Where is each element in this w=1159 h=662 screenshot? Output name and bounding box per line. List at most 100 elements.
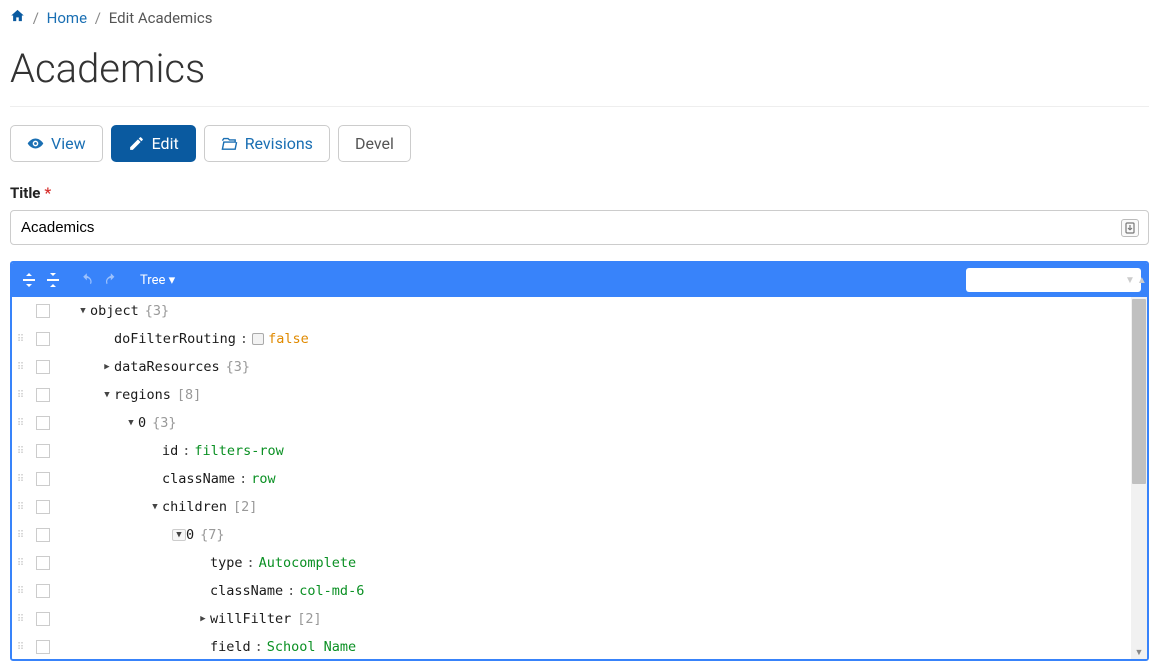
tab-devel-label: Devel [355, 134, 394, 153]
drag-handle-icon[interactable]: ⠿ [12, 446, 30, 457]
context-menu-button[interactable] [36, 444, 50, 458]
node-count: [2] [227, 499, 257, 515]
title-label-text: Title [10, 184, 40, 202]
drag-handle-icon[interactable]: ⠿ [12, 586, 30, 597]
vertical-scrollbar[interactable]: ▼ [1131, 297, 1147, 659]
json-tree: ▼ object{3}⠿ doFilterRouting:false⠿▶ dat… [12, 297, 1147, 659]
node-value[interactable]: School Name [267, 639, 356, 655]
drag-handle-icon[interactable]: ⠿ [12, 362, 30, 373]
drag-handle-icon[interactable]: ⠿ [12, 474, 30, 485]
tree-row[interactable]: ⠿ type:Autocomplete [12, 549, 1131, 577]
breadcrumb-home-link[interactable]: Home [47, 9, 87, 27]
tree-row[interactable]: ⠿ className:col-md-6 [12, 577, 1131, 605]
caret-down-icon[interactable]: ▼ [76, 306, 90, 316]
tree-row[interactable]: ⠿▼ regions[8] [12, 381, 1131, 409]
node-key[interactable]: willFilter [210, 611, 291, 627]
node-value[interactable]: false [268, 331, 309, 347]
node-colon: : [251, 639, 267, 655]
node-key[interactable]: className [162, 471, 235, 487]
node-value[interactable]: Autocomplete [259, 555, 357, 571]
tree-row[interactable]: ⠿▼ 0{7} [12, 521, 1131, 549]
context-menu-button[interactable] [36, 304, 50, 318]
scrollbar-arrow-down[interactable]: ▼ [1131, 645, 1147, 659]
drag-handle-icon[interactable]: ⠿ [12, 418, 30, 429]
node-colon: : [178, 443, 194, 459]
expand-all-button[interactable] [18, 269, 40, 291]
node-value[interactable]: filters-row [194, 443, 283, 459]
context-menu-button[interactable] [36, 640, 50, 654]
checkbox-icon[interactable] [252, 333, 264, 345]
search-next-icon[interactable]: ▼ [1125, 275, 1135, 286]
mode-selector[interactable]: Tree ▾ [134, 273, 181, 288]
node-key[interactable]: object [90, 303, 139, 319]
context-menu-button[interactable] [36, 388, 50, 402]
node-key[interactable]: 0 [186, 527, 194, 543]
caret-down-icon[interactable]: ▼ [148, 502, 162, 512]
title-field[interactable] [10, 210, 1149, 245]
node-key[interactable]: children [162, 499, 227, 515]
json-search[interactable]: ▼ ▲ [966, 268, 1141, 292]
collapse-all-button[interactable] [42, 269, 64, 291]
context-menu-button[interactable] [36, 500, 50, 514]
node-colon: : [283, 583, 299, 599]
drag-handle-icon[interactable]: ⠿ [12, 502, 30, 513]
input-assist-icon[interactable] [1121, 219, 1139, 237]
drag-handle-icon[interactable]: ⠿ [12, 334, 30, 345]
tree-row[interactable]: ⠿ id:filters-row [12, 437, 1131, 465]
json-editor-menu: Tree ▾ ▼ ▲ [12, 263, 1147, 297]
context-menu-button[interactable] [36, 556, 50, 570]
undo-button[interactable] [76, 269, 98, 291]
tree-row[interactable]: ⠿▶ dataResources{3} [12, 353, 1131, 381]
node-key[interactable]: 0 [138, 415, 146, 431]
eye-icon [27, 135, 44, 152]
caret-down-icon[interactable]: ▼ [124, 418, 138, 428]
drag-handle-icon[interactable]: ⠿ [12, 390, 30, 401]
node-count: [2] [291, 611, 321, 627]
node-key[interactable]: id [162, 443, 178, 459]
tab-view[interactable]: View [10, 125, 103, 162]
node-value[interactable]: col-md-6 [299, 583, 364, 599]
node-key[interactable]: className [210, 583, 283, 599]
context-menu-button[interactable] [36, 584, 50, 598]
drag-handle-icon[interactable]: ⠿ [12, 558, 30, 569]
drag-handle-icon[interactable]: ⠿ [12, 614, 30, 625]
context-menu-button[interactable] [36, 472, 50, 486]
context-menu-button[interactable] [36, 612, 50, 626]
tree-row[interactable]: ▼ object{3} [12, 297, 1131, 325]
tree-row[interactable]: ⠿ ▼ 0{3} [12, 409, 1131, 437]
tab-devel[interactable]: Devel [338, 125, 411, 162]
node-value[interactable]: row [251, 471, 275, 487]
drag-handle-icon[interactable]: ⠿ [12, 530, 30, 541]
drag-handle-icon[interactable]: ⠿ [12, 642, 30, 653]
scrollbar-thumb[interactable] [1132, 299, 1146, 484]
node-colon: : [236, 331, 252, 347]
node-key[interactable]: dataResources [114, 359, 220, 375]
tree-row[interactable]: ⠿ ▶ willFilter[2] [12, 605, 1131, 633]
search-prev-icon[interactable]: ▲ [1137, 275, 1147, 286]
title-label: Title * [10, 184, 1149, 202]
tree-row[interactable]: ⠿ ▼ children[2] [12, 493, 1131, 521]
tab-revisions[interactable]: Revisions [204, 125, 330, 162]
breadcrumb-home-icon[interactable] [10, 9, 29, 27]
caret-right-icon[interactable]: ▶ [100, 362, 114, 372]
context-menu-button[interactable] [36, 416, 50, 430]
node-key[interactable]: field [210, 639, 251, 655]
tab-edit[interactable]: Edit [111, 125, 196, 162]
caret-down-icon[interactable]: ▼ [100, 390, 114, 400]
redo-button[interactable] [100, 269, 122, 291]
node-key[interactable]: regions [114, 387, 171, 403]
node-key[interactable]: type [210, 555, 243, 571]
node-count: {3} [139, 303, 169, 319]
required-marker: * [44, 184, 51, 202]
caret-right-icon[interactable]: ▶ [196, 614, 210, 624]
caret-down-icon[interactable]: ▼ [172, 529, 186, 541]
node-key[interactable]: doFilterRouting [114, 331, 236, 347]
tree-row[interactable]: ⠿ className:row [12, 465, 1131, 493]
context-menu-button[interactable] [36, 528, 50, 542]
context-menu-button[interactable] [36, 360, 50, 374]
context-menu-button[interactable] [36, 332, 50, 346]
node-count: {3} [146, 415, 176, 431]
tree-row[interactable]: ⠿ field:School Name [12, 633, 1131, 659]
tree-row[interactable]: ⠿ doFilterRouting: false [12, 325, 1131, 353]
json-search-input[interactable] [970, 273, 1125, 287]
